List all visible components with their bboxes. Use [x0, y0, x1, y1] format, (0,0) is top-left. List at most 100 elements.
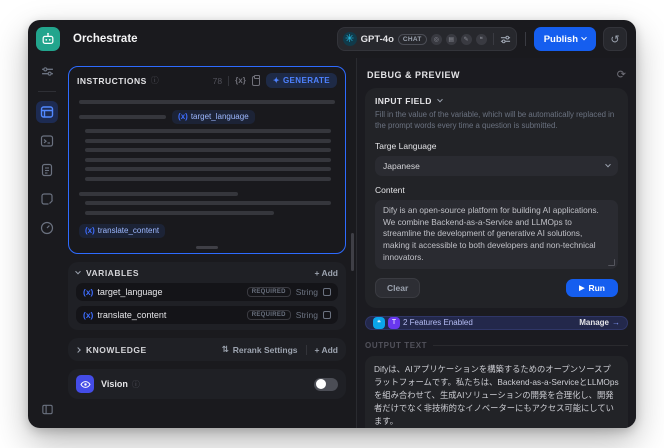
- skeleton-line: [85, 167, 331, 171]
- info-icon: ⓘ: [131, 379, 140, 389]
- app-window: Orchestrate ✳ GPT-4o CHAT ◎ ▤ ✎ ❝ Publis…: [28, 20, 636, 428]
- variable-name: translate_content: [97, 310, 167, 320]
- skeleton-line: [85, 148, 331, 152]
- instructions-editor[interactable]: INSTRUCTIONS ⓘ 78 {x} ✦ GENERATE (x) tar…: [68, 66, 346, 254]
- rerank-label: Rerank Settings: [232, 344, 298, 355]
- output-text: Difyは、AIアプリケーションを構築するためのオープンソースプラットフォームで…: [374, 363, 619, 427]
- rerank-settings-button[interactable]: ⇅ Rerank Settings: [222, 344, 298, 355]
- variable-chip-translate-content[interactable]: (x) translate_content: [79, 223, 166, 238]
- app-robot-icon[interactable]: [36, 27, 60, 51]
- add-label: Add: [321, 268, 338, 278]
- model-params-icon[interactable]: [500, 34, 511, 45]
- feature-tts-icon: T: [388, 316, 400, 329]
- clear-button[interactable]: Clear: [375, 277, 421, 298]
- chevron-down-icon: [436, 96, 443, 103]
- play-icon: ▶: [579, 284, 585, 292]
- knowledge-title: KNOWLEDGE: [86, 344, 147, 355]
- features-banner[interactable]: ❝ T 2 Features Enabled Manage →: [365, 315, 628, 330]
- debug-preview-title: DEBUG & PREVIEW: [367, 69, 461, 80]
- clipboard-icon[interactable]: [251, 74, 260, 86]
- rerank-icon: ⇅: [221, 344, 229, 354]
- refresh-icon[interactable]: ⟳: [617, 68, 626, 81]
- variable-row-translate-content[interactable]: (x) translate_content REQUIRED String: [76, 306, 338, 324]
- generate-label: GENERATE: [282, 76, 330, 85]
- manage-label: Manage: [579, 318, 609, 328]
- variable-prefix: (x): [83, 287, 94, 297]
- skeleton-line: [79, 100, 335, 104]
- rail-item-logs[interactable]: [36, 159, 58, 181]
- add-knowledge-button[interactable]: + Add: [315, 345, 339, 355]
- skeleton-line: [85, 129, 331, 133]
- variable-prefix: (x): [85, 226, 95, 235]
- capability-icon-4: ❝: [475, 33, 487, 45]
- feature-citation-icon: ❝: [373, 316, 385, 329]
- variable-type: String: [295, 287, 318, 297]
- prompt-content[interactable]: (x) target_language (x) translate_conten…: [69, 92, 345, 253]
- instructions-header: INSTRUCTIONS ⓘ 78 {x} ✦ GENERATE: [69, 67, 345, 92]
- version-history-icon[interactable]: ↺: [603, 27, 627, 51]
- variables-header[interactable]: VARIABLES + Add: [75, 268, 339, 278]
- variable-chip-target-language[interactable]: (x) target_language: [172, 109, 255, 124]
- skeleton-line: [79, 191, 238, 196]
- variable-row-target-language[interactable]: (x) target_language REQUIRED String: [76, 283, 338, 301]
- insert-variable-icon[interactable]: {x}: [235, 76, 246, 85]
- divider-line: [433, 344, 628, 346]
- language-select-value: Japanese: [383, 160, 420, 171]
- run-button[interactable]: ▶ Run: [566, 278, 618, 297]
- knowledge-section: KNOWLEDGE ⇅ Rerank Settings + Add: [68, 338, 346, 361]
- scrollbar-thumb[interactable]: [351, 233, 354, 271]
- model-selector[interactable]: ✳ GPT-4o CHAT ◎ ▤ ✎ ❝: [336, 27, 517, 51]
- input-field-description: Fill in the value of the variable, which…: [375, 110, 615, 130]
- content-field-label: Content: [375, 184, 405, 195]
- publish-button[interactable]: Publish: [533, 27, 596, 51]
- info-icon: ⓘ: [150, 76, 159, 85]
- collapse-sidebar-icon[interactable]: [36, 398, 58, 420]
- resize-handle[interactable]: [196, 246, 218, 249]
- prompt-settings-icon[interactable]: [36, 60, 58, 82]
- rail-item-monitoring[interactable]: [36, 217, 58, 239]
- vision-toggle[interactable]: [314, 377, 338, 391]
- sparkle-icon: ✦: [272, 76, 280, 85]
- variable-type: String: [295, 310, 318, 320]
- output-card: Difyは、AIアプリケーションを構築するためのオープンソースプラットフォームで…: [365, 355, 628, 428]
- debug-preview-panel: DEBUG & PREVIEW ⟳ INPUT FIELD Fill in th…: [356, 58, 636, 428]
- generate-button[interactable]: ✦ GENERATE: [265, 73, 337, 88]
- skeleton-line: [85, 201, 331, 205]
- chevron-down-icon: [581, 34, 587, 41]
- manage-button[interactable]: Manage →: [579, 318, 620, 327]
- variables-section: VARIABLES + Add (x) target_language REQU…: [68, 262, 346, 330]
- input-field-title: INPUT FIELD: [375, 96, 432, 106]
- rail-item-annotations[interactable]: [36, 188, 58, 210]
- divider: [305, 344, 307, 355]
- skeleton-line: [85, 210, 275, 215]
- language-select[interactable]: Japanese: [375, 155, 618, 176]
- variable-type-icon[interactable]: [323, 288, 331, 296]
- variables-title: VARIABLES: [86, 268, 139, 278]
- add-variable-button[interactable]: + Add: [315, 268, 339, 278]
- run-label: Run: [588, 282, 605, 293]
- variable-prefix: (x): [83, 310, 94, 320]
- input-field-header[interactable]: INPUT FIELD: [375, 96, 618, 106]
- chip-divider: [492, 33, 494, 45]
- capability-icon-1: ◎: [430, 33, 442, 45]
- top-bar: Orchestrate ✳ GPT-4o CHAT ◎ ▤ ✎ ❝ Publis…: [28, 20, 636, 58]
- variable-name: target_language: [97, 287, 163, 297]
- input-field-card: INPUT FIELD Fill in the value of the var…: [365, 88, 628, 308]
- vision-title: Vision: [101, 379, 128, 389]
- variable-type-icon[interactable]: [323, 311, 331, 319]
- rail-item-orchestrate[interactable]: [36, 101, 58, 123]
- model-name: GPT-4o: [360, 33, 394, 45]
- vision-section: Vision ⓘ: [68, 369, 346, 399]
- capability-icon-2: ▤: [445, 33, 457, 45]
- content-textarea[interactable]: Dify is an open-source platform for buil…: [375, 199, 618, 269]
- arrow-right-icon: →: [612, 318, 620, 328]
- char-count: 78: [212, 75, 223, 86]
- add-label: Add: [321, 344, 338, 355]
- instructions-title: INSTRUCTIONS: [77, 75, 147, 86]
- chevron-down-icon: [75, 268, 81, 275]
- rail-item-api-access[interactable]: [36, 130, 58, 152]
- variable-name: target_language: [190, 112, 249, 121]
- knowledge-header[interactable]: KNOWLEDGE ⇅ Rerank Settings + Add: [75, 344, 339, 355]
- header-divider: [524, 32, 526, 46]
- openai-icon: ✳: [342, 32, 357, 46]
